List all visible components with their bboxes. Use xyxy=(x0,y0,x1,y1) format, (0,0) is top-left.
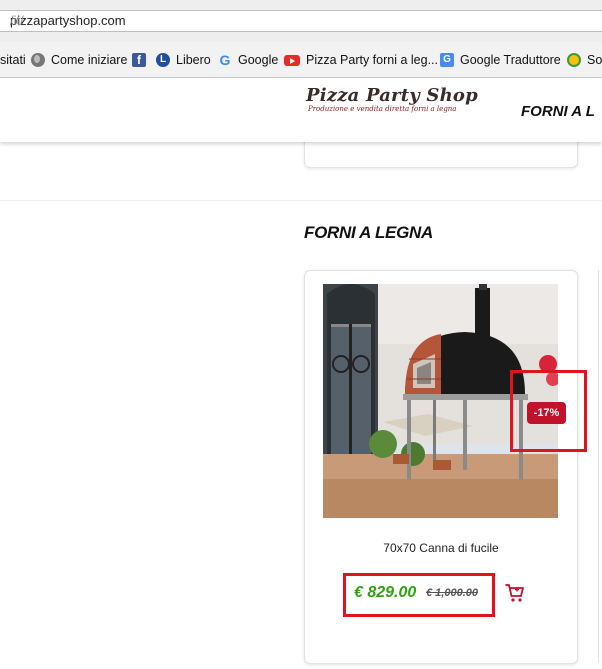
logo-subtitle: Produzione e vendita diretta forni a leg… xyxy=(308,105,457,113)
site-logo[interactable]: Pizza Party Shop Produzione e vendita di… xyxy=(306,85,478,113)
bookmark-label: Libero xyxy=(176,53,211,67)
bookmark-come-iniziare[interactable]: Come iniziare xyxy=(31,42,128,77)
facebook-icon: f xyxy=(132,53,146,67)
price-current: € 829.00 xyxy=(354,584,417,601)
bookmark-facebook[interactable]: f xyxy=(132,42,152,77)
add-to-cart-button[interactable] xyxy=(505,583,525,603)
bookmark-libero[interactable]: L Libero xyxy=(156,42,211,77)
logo-title: Pizza Party Shop xyxy=(306,85,478,106)
bookmark-visited[interactable]: sitati xyxy=(0,42,26,77)
bookmarks-bar: sitati Come iniziare f L Libero G Google… xyxy=(0,42,602,78)
section-divider xyxy=(0,200,602,201)
section-title: FORNI A LEGNA xyxy=(304,223,433,242)
next-product-card xyxy=(598,270,602,662)
nav-menu-forni-a-legna[interactable]: FORNI A L xyxy=(521,103,595,120)
bookmark-label: Google Traduttore xyxy=(460,53,561,67)
address-bar-input[interactable]: pizzapartyshop.com/it/ xyxy=(0,10,602,32)
bookmark-label: Pizza Party forni a leg... xyxy=(306,53,439,67)
price-old: € 1,000.00 xyxy=(426,587,478,599)
bookmark-label: sitati xyxy=(0,53,26,67)
youtube-icon xyxy=(284,54,300,66)
product-card[interactable]: -17% 70x70 Canna di fucile € 829.00 € 1,… xyxy=(304,270,587,664)
globe-icon xyxy=(31,53,45,67)
bookmark-pizza-party[interactable]: Pizza Party forni a leg... xyxy=(284,42,439,77)
url-domain: pizzapartyshop.com xyxy=(10,13,126,28)
bookmark-google[interactable]: G Google xyxy=(218,42,279,77)
discount-highlight-box xyxy=(510,370,587,452)
url-path: /it/ xyxy=(10,13,24,28)
bookmark-sol[interactable]: Sol xyxy=(567,42,602,77)
address-bar-area: pizzapartyshop.com/it/ xyxy=(0,0,602,42)
bookmark-label: Sol xyxy=(587,53,602,67)
bookmark-google-translate[interactable]: G Google Traduttore xyxy=(440,42,561,77)
bookmark-label: Come iniziare xyxy=(51,53,128,67)
site-header: Pizza Party Shop Produzione e vendita di… xyxy=(0,78,602,142)
product-name[interactable]: 70x70 Canna di fucile xyxy=(305,541,577,555)
sol-icon xyxy=(567,53,581,67)
bookmark-label: Google xyxy=(238,53,279,67)
cart-icon xyxy=(505,584,524,602)
google-translate-icon: G xyxy=(440,53,454,67)
libero-icon: L xyxy=(156,53,170,67)
google-icon: G xyxy=(219,52,231,68)
